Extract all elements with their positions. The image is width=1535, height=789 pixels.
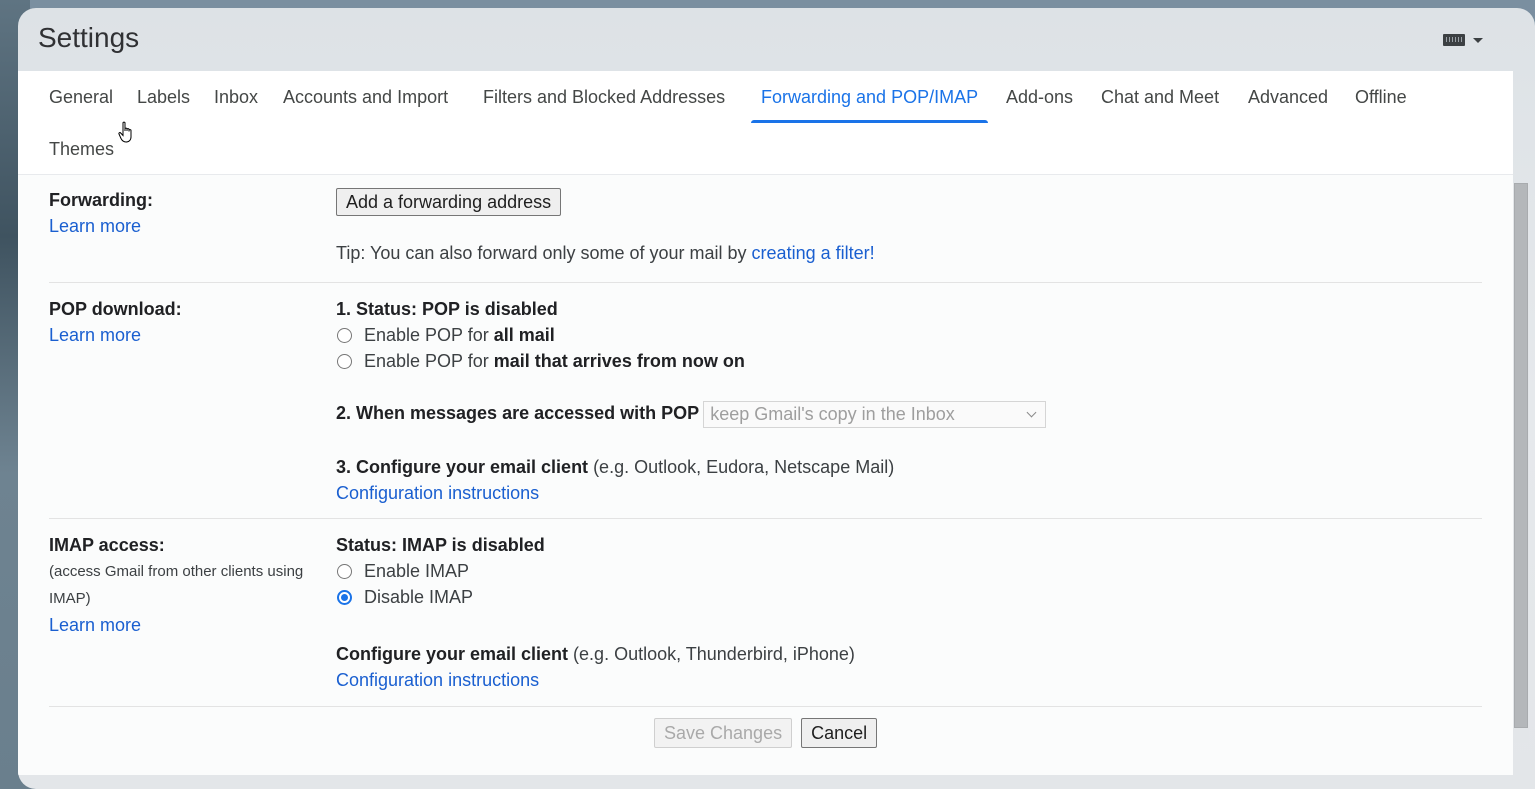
forwarding-section: Forwarding: Learn more Add a forwarding … bbox=[49, 175, 1482, 283]
settings-tabs: General Labels Inbox Accounts and Import… bbox=[18, 71, 1513, 175]
pop-when-accessed-row: 2. When messages are accessed with POP ke… bbox=[336, 400, 1476, 428]
pop-from-now-option[interactable]: Enable POP for mail that arrives from no… bbox=[336, 348, 1476, 374]
pop-status: 1. Status: POP is disabled bbox=[336, 299, 558, 319]
forwarding-learn-more-link[interactable]: Learn more bbox=[49, 213, 141, 239]
tab-general[interactable]: General bbox=[49, 71, 113, 123]
pop-all-mail-option[interactable]: Enable POP for all mail bbox=[336, 322, 1476, 348]
chevron-down-icon bbox=[1026, 407, 1037, 418]
disable-imap-option[interactable]: Disable IMAP bbox=[336, 584, 1476, 610]
pop-when-accessed-label: 2. When messages are accessed with POP bbox=[336, 403, 700, 423]
pop-learn-more-link[interactable]: Learn more bbox=[49, 322, 141, 348]
forwarding-tip-text: Tip: You can also forward only some of y… bbox=[336, 243, 752, 263]
scrollbar[interactable] bbox=[1513, 183, 1529, 743]
tab-chat-and-meet[interactable]: Chat and Meet bbox=[1101, 71, 1219, 123]
enable-imap-label: Enable IMAP bbox=[364, 560, 470, 581]
tab-forwarding-and-pop-imap[interactable]: Forwarding and POP/IMAP bbox=[750, 71, 989, 123]
enable-imap-option[interactable]: Enable IMAP bbox=[336, 558, 1476, 584]
cancel-button[interactable]: Cancel bbox=[801, 718, 878, 748]
enable-imap-radio[interactable] bbox=[337, 563, 352, 579]
tab-themes[interactable]: Themes bbox=[49, 123, 114, 175]
pop-action-select-value: keep Gmail's copy in the Inbox bbox=[710, 404, 955, 425]
imap-configure-row: Configure your email client (e.g. Outloo… bbox=[336, 641, 1476, 667]
pop-download-title: POP download: bbox=[49, 299, 182, 319]
caret-down-icon bbox=[1473, 37, 1483, 43]
pop-option1-label: all mail bbox=[493, 324, 555, 345]
pop-configuration-instructions-link[interactable]: Configuration instructions bbox=[336, 480, 539, 506]
pop-configure-row: 3. Configure your email client (e.g. Out… bbox=[336, 454, 1476, 480]
input-tools-button[interactable] bbox=[1443, 34, 1483, 46]
creating-a-filter-link[interactable]: creating a filter! bbox=[752, 240, 875, 266]
disable-imap-label: Disable IMAP bbox=[364, 586, 474, 607]
pop-configure-label: 3. Configure your email client bbox=[336, 456, 589, 477]
pop-all-mail-radio[interactable] bbox=[337, 327, 352, 343]
tab-filters-and-blocked-addresses[interactable]: Filters and Blocked Addresses bbox=[483, 71, 725, 123]
scrollbar-thumb[interactable] bbox=[1514, 183, 1528, 728]
pop-option-prefix: Enable POP for bbox=[364, 324, 489, 345]
add-forwarding-address-button[interactable]: Add a forwarding address bbox=[336, 188, 562, 216]
tab-accounts-and-import[interactable]: Accounts and Import bbox=[283, 71, 448, 123]
settings-panel: General Labels Inbox Accounts and Import… bbox=[18, 71, 1513, 775]
tab-inbox[interactable]: Inbox bbox=[214, 71, 258, 123]
imap-desc-line1: (access Gmail from other clients using bbox=[49, 563, 304, 580]
imap-access-title: IMAP access: bbox=[49, 535, 165, 555]
pop-configure-examples: (e.g. Outlook, Eudora, Netscape Mail) bbox=[588, 456, 895, 477]
page-title: Settings bbox=[38, 22, 140, 53]
imap-configure-label: Configure your email client bbox=[336, 644, 569, 664]
keyboard-icon bbox=[1443, 34, 1465, 46]
footer-actions: Save Changes Cancel bbox=[654, 718, 878, 748]
imap-learn-more-link[interactable]: Learn more bbox=[49, 612, 141, 638]
forwarding-title: Forwarding: bbox=[49, 190, 153, 210]
settings-content: Forwarding: Learn more Add a forwarding … bbox=[18, 175, 1513, 775]
tab-labels[interactable]: Labels bbox=[137, 71, 190, 123]
pop-download-section: POP download: Learn more 1. Status: POP … bbox=[49, 283, 1482, 519]
pop-option-prefix: Enable POP for bbox=[364, 350, 489, 371]
imap-status: Status: IMAP is disabled bbox=[336, 535, 545, 555]
imap-configuration-instructions-link[interactable]: Configuration instructions bbox=[336, 667, 539, 693]
pop-action-select: keep Gmail's copy in the Inbox bbox=[703, 400, 1047, 428]
save-changes-button[interactable]: Save Changes bbox=[654, 718, 793, 748]
tab-offline[interactable]: Offline bbox=[1355, 71, 1407, 123]
disable-imap-radio[interactable] bbox=[337, 589, 352, 605]
tab-advanced[interactable]: Advanced bbox=[1248, 71, 1328, 123]
pop-option2-label: mail that arrives from now on bbox=[493, 350, 745, 371]
imap-configure-examples: (e.g. Outlook, Thunderbird, iPhone) bbox=[568, 644, 855, 664]
imap-desc-line2: IMAP) bbox=[49, 590, 91, 607]
tab-add-ons[interactable]: Add-ons bbox=[1006, 71, 1073, 123]
settings-window: Settings General Labels Inbox Accounts a… bbox=[18, 8, 1535, 789]
forwarding-tip: Tip: You can also forward only some of y… bbox=[336, 240, 1476, 266]
pop-from-now-radio[interactable] bbox=[337, 353, 352, 369]
imap-access-section: IMAP access: (access Gmail from other cl… bbox=[49, 519, 1482, 707]
hand-cursor-icon bbox=[118, 121, 132, 143]
